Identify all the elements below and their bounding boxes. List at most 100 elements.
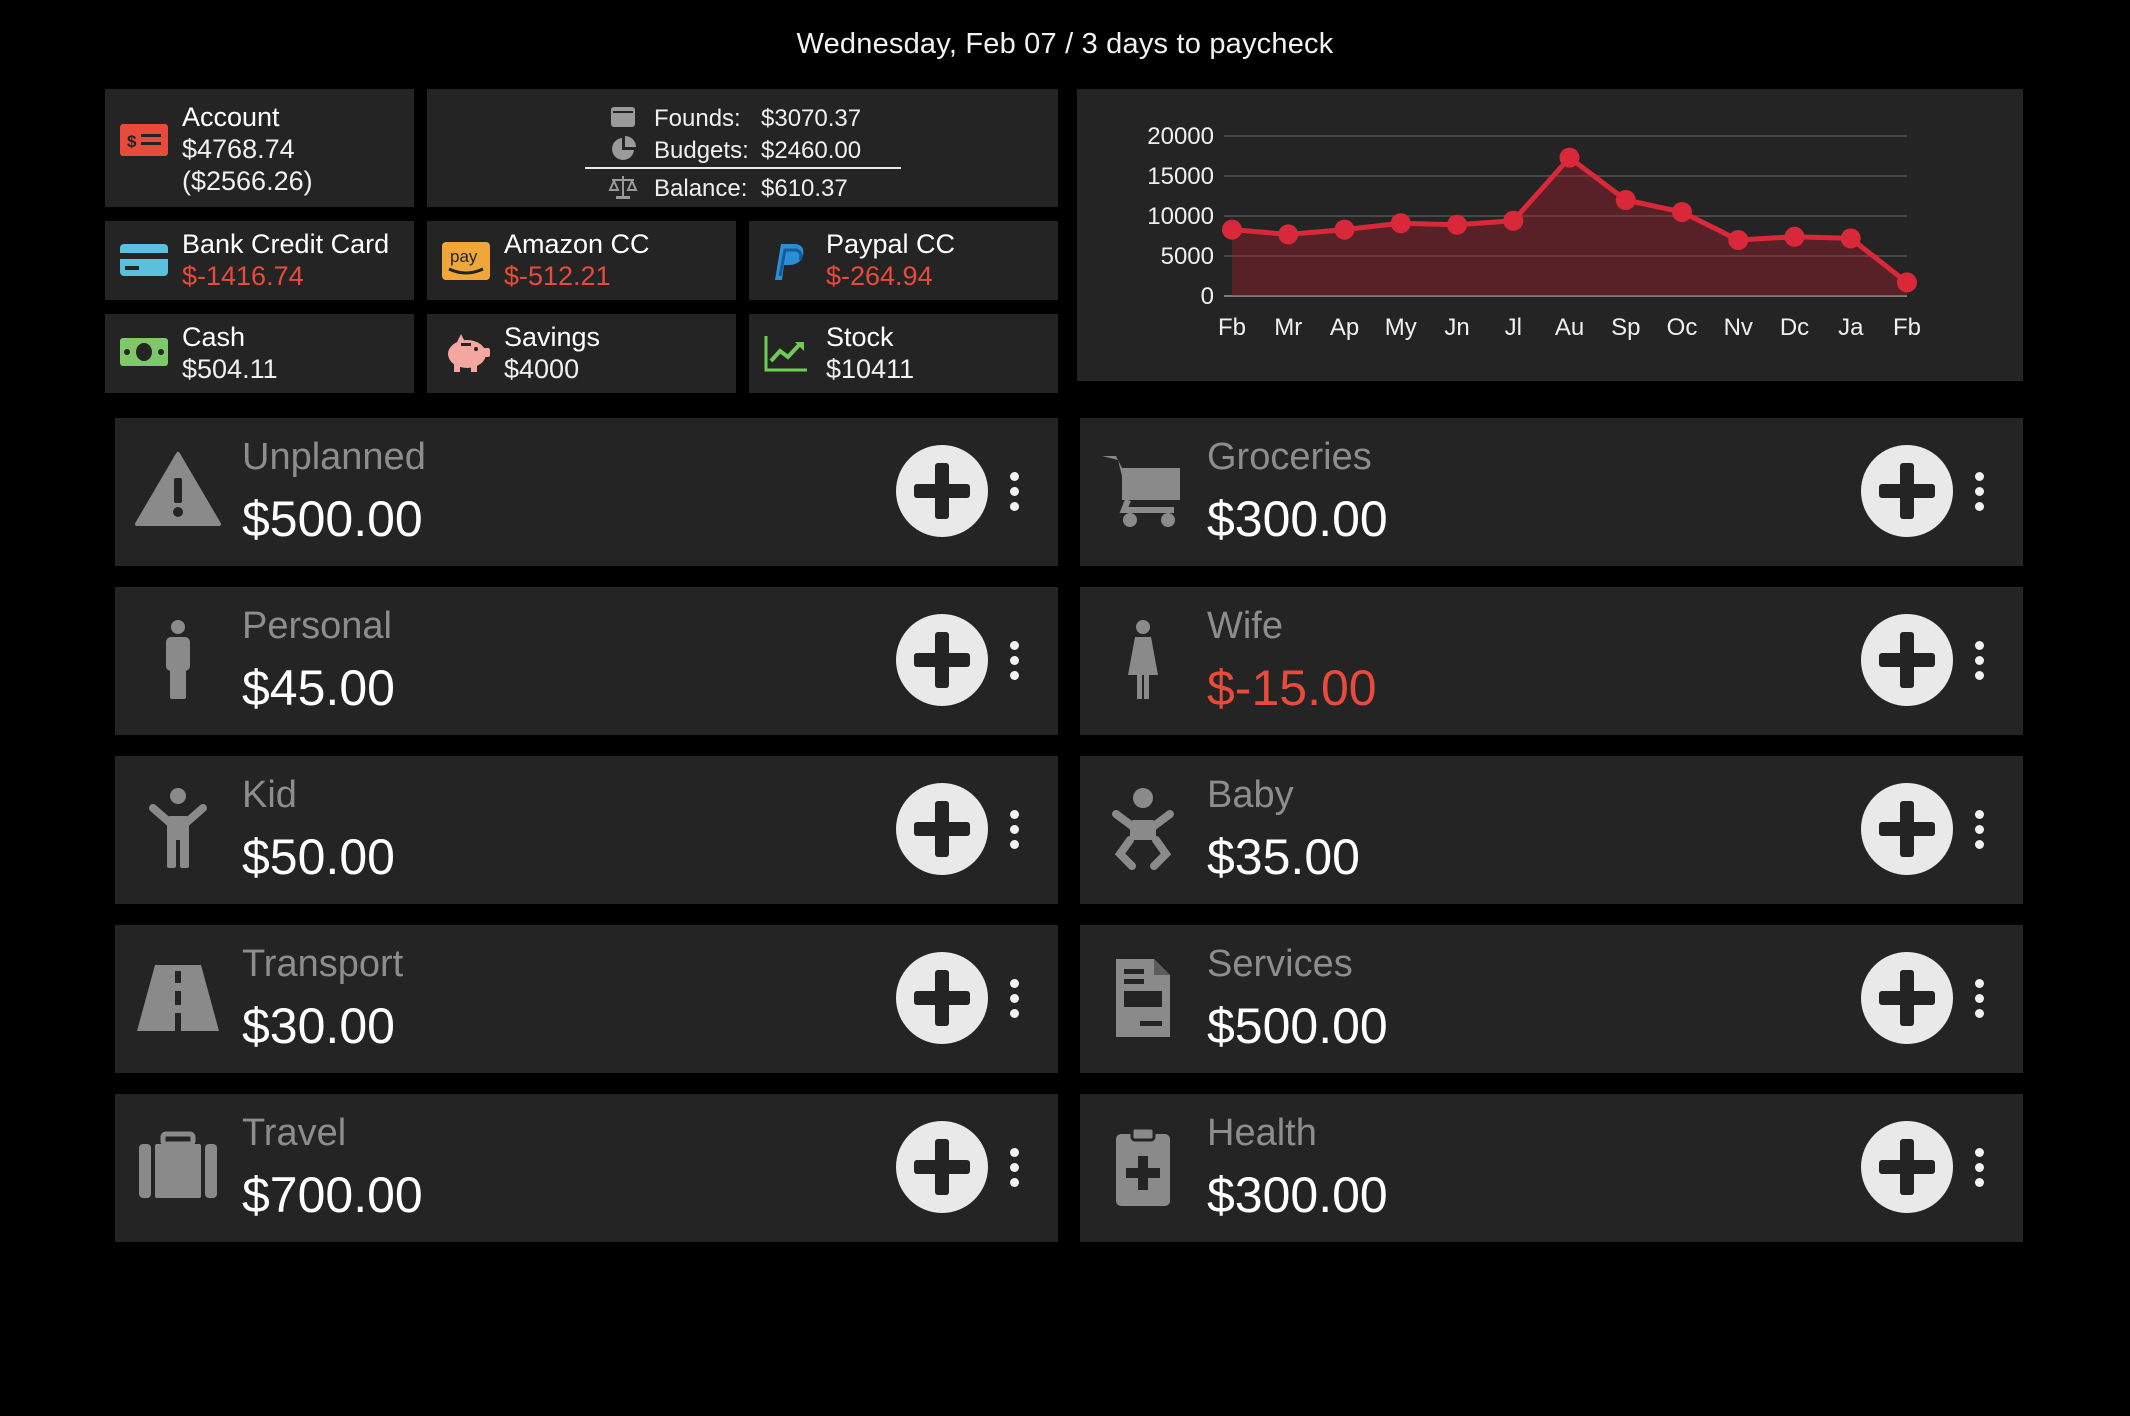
chart-x-tick-label: My: [1385, 314, 1417, 341]
child-icon: [149, 788, 207, 868]
chart-x-tick-label: Nv: [1724, 314, 1753, 341]
svg-text:$: $: [127, 132, 137, 151]
more-menu-icon[interactable]: [1010, 979, 1020, 1019]
category-amount: $300.00: [1207, 1167, 1388, 1223]
category-transport[interactable]: Transport $30.00: [115, 925, 1058, 1073]
more-menu-icon[interactable]: [1975, 810, 1985, 850]
add-expense-button[interactable]: [896, 1121, 988, 1213]
chart-point: [1615, 190, 1636, 210]
wallet-icon: [611, 107, 635, 127]
account-value: $-512.21: [504, 261, 611, 291]
cash-icon: [120, 338, 168, 366]
chart-y-tick-label: 15000: [1147, 163, 1214, 190]
account-tile[interactable]: $ Account $4768.74 ($2566.26): [105, 89, 414, 207]
add-expense-button[interactable]: [1861, 1121, 1953, 1213]
chart-y-tick-label: 5000: [1161, 243, 1214, 270]
credit-card-icon: [120, 244, 168, 276]
chart-point: [1278, 224, 1299, 245]
more-menu-icon[interactable]: [1975, 979, 1985, 1019]
category-baby[interactable]: Baby $35.00: [1080, 756, 2023, 904]
add-expense-button[interactable]: [1861, 952, 1953, 1044]
suitcase-icon: [139, 1131, 217, 1198]
more-menu-icon[interactable]: [1975, 1148, 1985, 1188]
add-expense-button[interactable]: [1861, 783, 1953, 875]
balance-row: Balance: $610.37: [427, 170, 1058, 204]
piggy-bank-icon: [448, 334, 490, 372]
chart-x-tick-label: Fb: [1893, 314, 1921, 341]
budgets-value: $2460.00: [761, 137, 862, 164]
category-name: Transport: [242, 943, 404, 985]
category-name: Baby: [1207, 774, 1294, 816]
warning-icon: [135, 452, 221, 526]
scale-icon: [608, 176, 638, 199]
more-menu-icon[interactable]: [1975, 472, 1985, 512]
add-expense-button[interactable]: [896, 614, 988, 706]
add-expense-button[interactable]: [896, 783, 988, 875]
category-amount: $-15.00: [1207, 660, 1377, 716]
chart-point: [1503, 210, 1524, 231]
history-chart-svg: 20000150001000050000Fb Mr Ap My Jn Jl Au Sp Oc Nv…: [1147, 123, 1921, 341]
account-value: $10411: [826, 354, 915, 384]
category-amount: $35.00: [1207, 829, 1360, 885]
balance-label: Balance:: [654, 175, 748, 202]
chart-x-tick-label: Ja: [1838, 314, 1864, 341]
category-name: Unplanned: [242, 436, 426, 478]
account-tile-stock[interactable]: Stock $10411: [749, 314, 1058, 393]
more-menu-icon[interactable]: [1010, 1148, 1020, 1188]
account-value: $504.11: [182, 354, 278, 384]
account-label: Paypal CC: [826, 229, 956, 259]
chart-x-tick-label: Au: [1555, 314, 1584, 341]
chart-point: [1390, 213, 1411, 234]
cart-icon: [1102, 456, 1180, 527]
category-amount: $50.00: [242, 829, 395, 885]
chart-x-tick-label: Ap: [1330, 314, 1359, 341]
account-balance: $4768.74: [182, 134, 295, 164]
chart-x-tick-label: Oc: [1667, 314, 1698, 341]
category-amount: $500.00: [242, 491, 423, 547]
chart-point: [1728, 230, 1749, 250]
account-tile-bank-credit-card[interactable]: Bank Credit Card $-1416.74: [105, 221, 414, 300]
account-label: Amazon CC: [504, 229, 650, 259]
category-personal[interactable]: Personal $45.00: [115, 587, 1058, 735]
category-name: Personal: [242, 605, 392, 647]
amazon-pay-icon: pay: [442, 242, 490, 280]
budgets-label: Budgets:: [654, 137, 749, 164]
stock-chart-icon: [764, 336, 807, 372]
category-name: Groceries: [1207, 436, 1372, 478]
category-wife[interactable]: Wife $-15.00: [1080, 587, 2023, 735]
account-label: Stock: [826, 322, 894, 352]
chart-point: [1840, 228, 1861, 249]
paypal-icon: [775, 244, 804, 280]
category-services[interactable]: Services $500.00: [1080, 925, 2023, 1073]
chart-point: [1784, 226, 1805, 247]
category-unplanned[interactable]: Unplanned $500.00: [115, 418, 1058, 566]
category-kid[interactable]: Kid $50.00: [115, 756, 1058, 904]
more-menu-icon[interactable]: [1010, 810, 1020, 850]
chart-point: [1334, 219, 1355, 240]
category-name: Kid: [242, 774, 297, 816]
category-amount: $300.00: [1207, 491, 1388, 547]
category-amount: $700.00: [242, 1167, 423, 1223]
account-tile-cash[interactable]: Cash $504.11: [105, 314, 414, 393]
add-expense-button[interactable]: [896, 952, 988, 1044]
woman-icon: [1128, 620, 1158, 699]
founds-row: Founds: $3070.37: [427, 100, 1058, 134]
account-tile-amazon-cc[interactable]: pay Amazon CC $-512.21: [427, 221, 736, 300]
account-label: Cash: [182, 322, 246, 352]
add-expense-button[interactable]: [1861, 445, 1953, 537]
more-menu-icon[interactable]: [1975, 641, 1985, 681]
add-expense-button[interactable]: [896, 445, 988, 537]
account-tile-paypal-cc[interactable]: Paypal CC $-264.94: [749, 221, 1058, 300]
account-tile-savings[interactable]: Savings $4000: [427, 314, 736, 393]
chart-point: [1897, 272, 1917, 293]
category-amount: $30.00: [242, 998, 395, 1054]
category-health[interactable]: Health $300.00: [1080, 1094, 2023, 1242]
more-menu-icon[interactable]: [1010, 641, 1020, 681]
add-expense-button[interactable]: [1861, 614, 1953, 706]
chart-x-tick-label: Fb: [1218, 314, 1246, 341]
category-travel[interactable]: Travel $700.00: [115, 1094, 1058, 1242]
category-groceries[interactable]: Groceries $300.00: [1080, 418, 2023, 566]
chart-y-tick-label: 20000: [1147, 123, 1214, 150]
account-label: Bank Credit Card: [182, 229, 390, 259]
more-menu-icon[interactable]: [1010, 472, 1020, 512]
